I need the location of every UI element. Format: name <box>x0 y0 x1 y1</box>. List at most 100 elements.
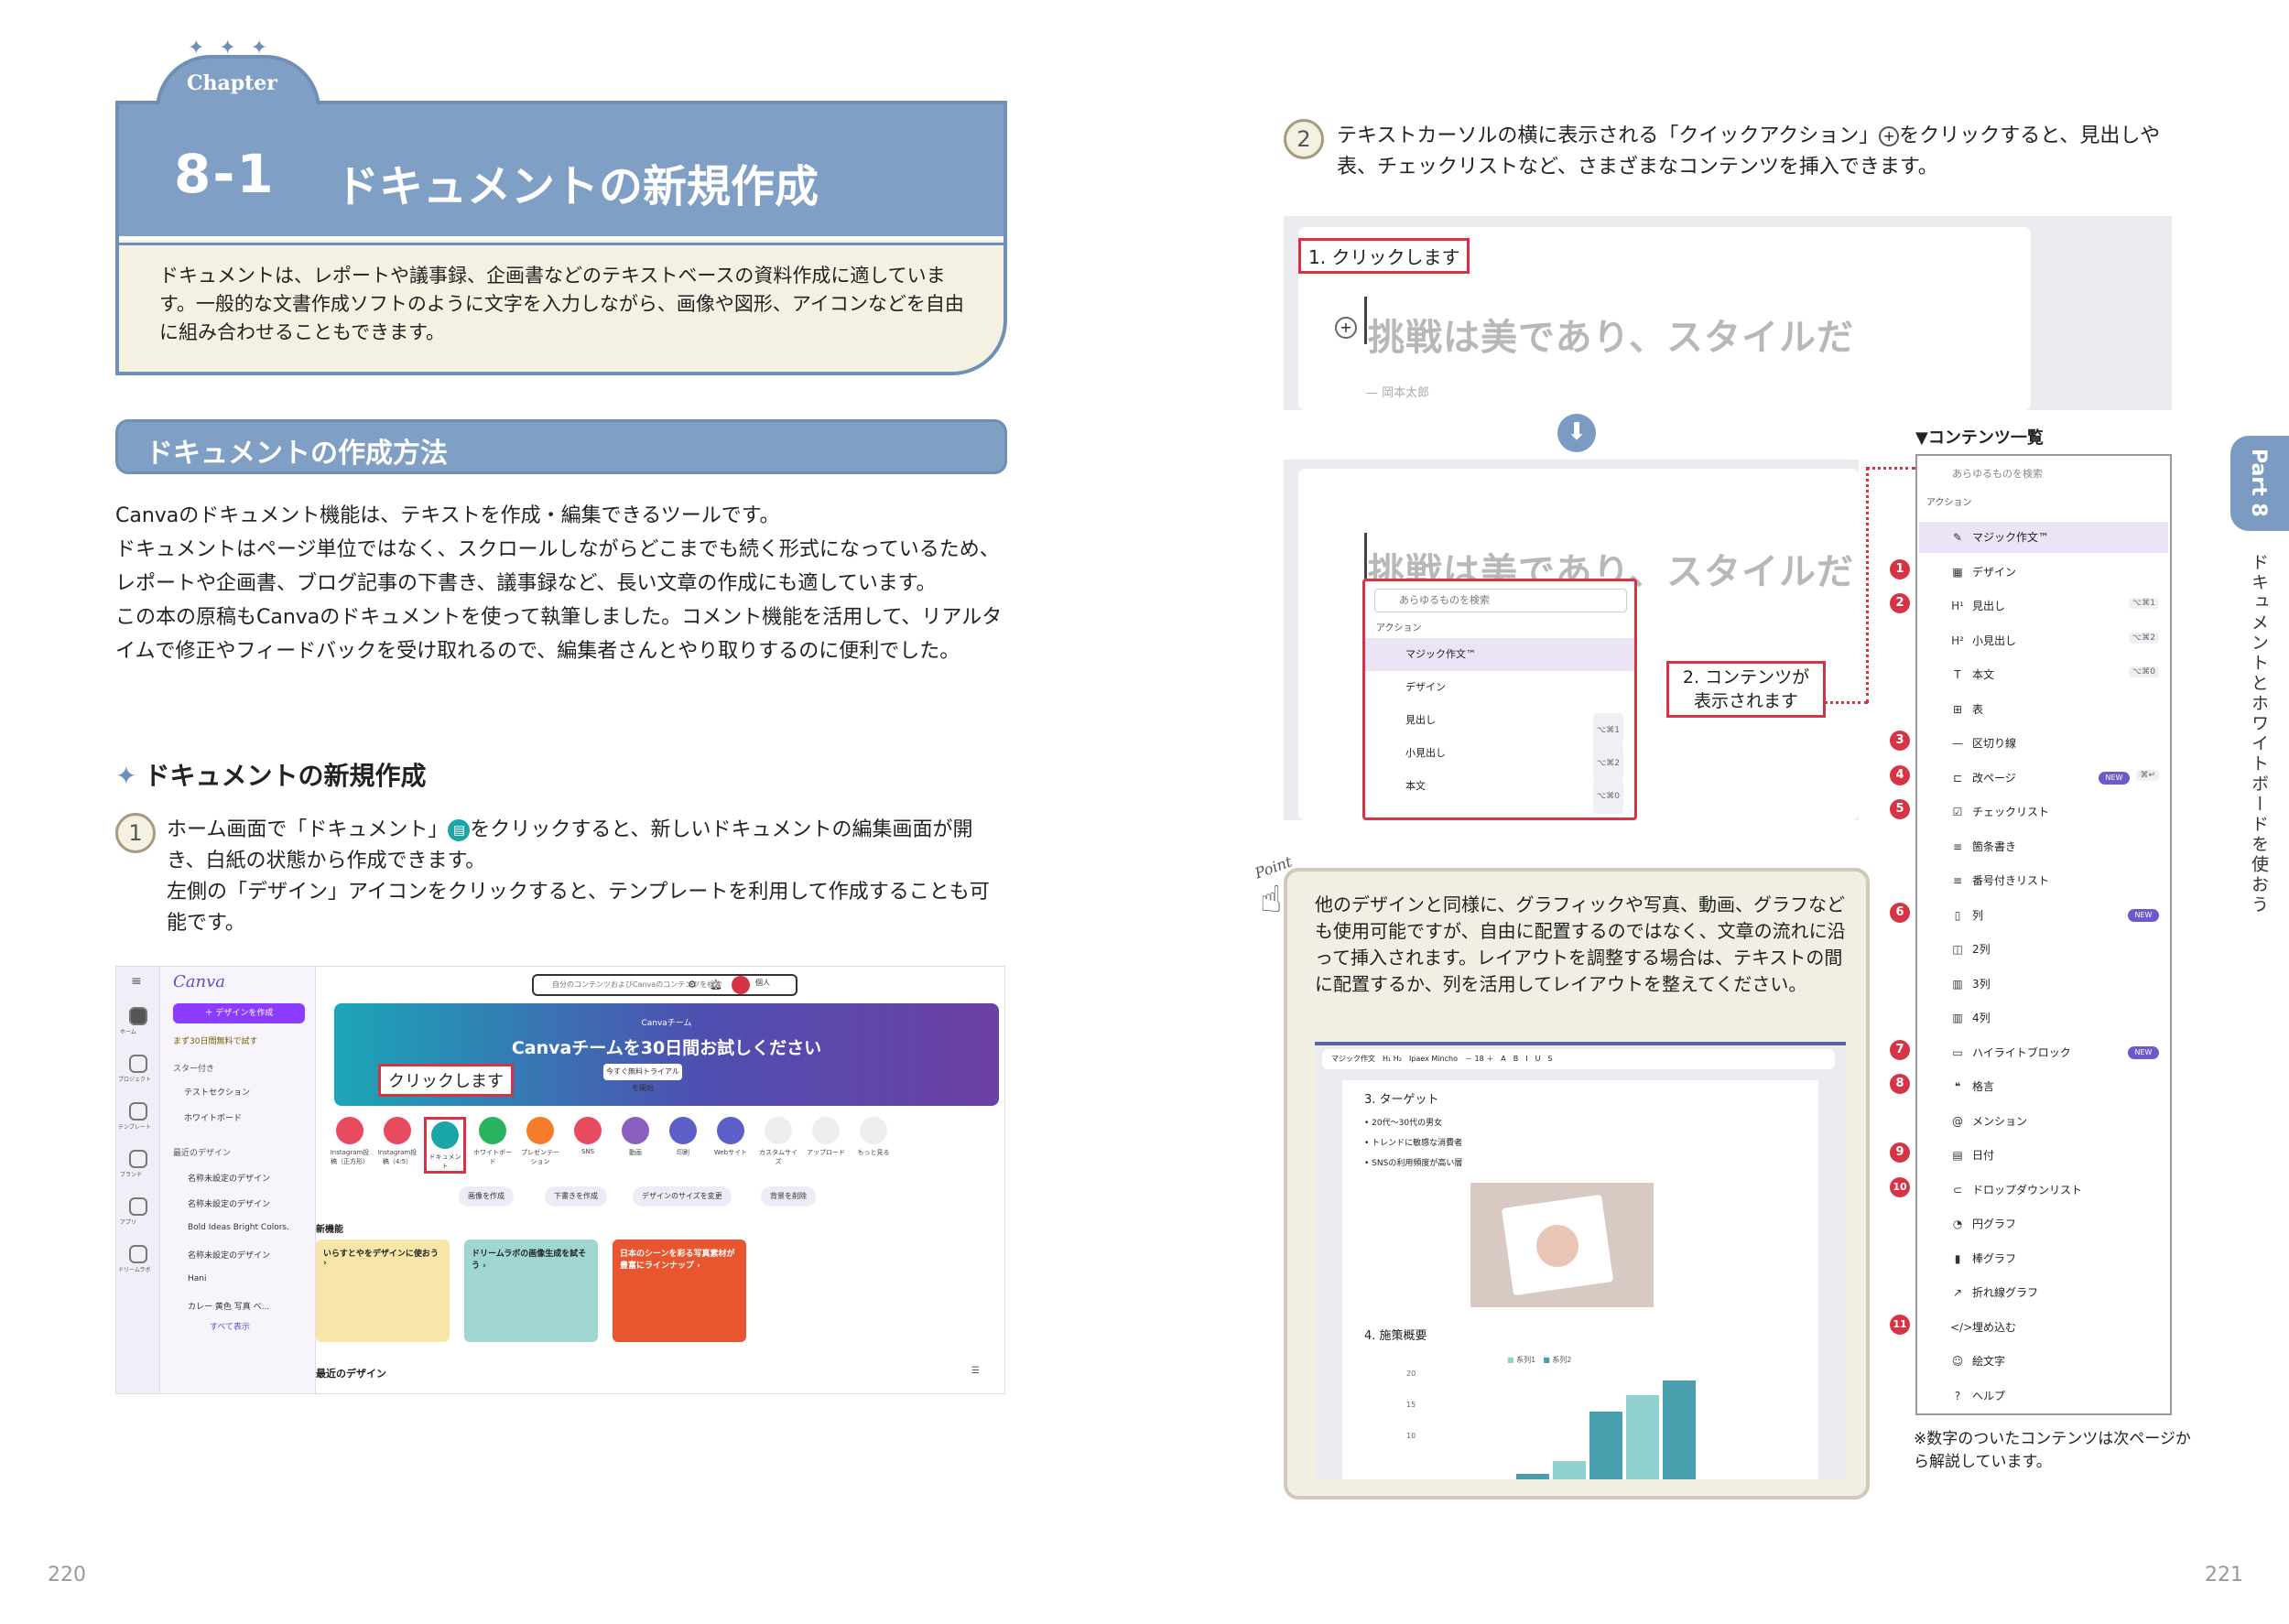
recent-item[interactable]: 名称未設定のデザイン <box>188 1249 270 1261</box>
chip-draft[interactable]: 下書きを作成 <box>545 1186 607 1207</box>
number-badge: 2 <box>1890 593 1910 613</box>
menu-section-label: アクション <box>1376 623 1422 633</box>
content-list-item[interactable]: ▤ 日付 <box>1950 1147 2166 1163</box>
starred-label: スター付き <box>173 1065 215 1074</box>
content-list-item[interactable]: ◫ 2列 <box>1950 941 2166 957</box>
tool-document[interactable]: ドキュメント <box>424 1117 466 1174</box>
content-item-label: ヘルプ <box>1972 1389 2006 1402</box>
tool-label: プレゼンテーション <box>521 1149 559 1165</box>
menu-row-subheading[interactable]: 小見出し ⌥⌘2 <box>1365 737 1634 781</box>
toolbar-font[interactable]: Ipaex Mincho <box>1409 1055 1458 1063</box>
tool-video[interactable]: 動画 <box>614 1117 656 1157</box>
content-list-item[interactable]: ☑ チェックリスト <box>1950 804 2166 819</box>
tool-label: ホワイトボード <box>473 1149 512 1165</box>
list-view-icon[interactable]: ☰ <box>971 1366 980 1376</box>
content-item-label: 3列 <box>1972 977 1991 991</box>
tool-label: Instagram投稿（4:5） <box>377 1149 418 1165</box>
brand-icon[interactable] <box>129 1150 147 1168</box>
template-icon[interactable] <box>129 1102 147 1121</box>
content-list-item[interactable]: ≡ 番号付きリスト <box>1950 872 2166 888</box>
recent-item[interactable]: 名称未設定のデザイン <box>188 1172 270 1184</box>
content-list-item[interactable]: ≡ 箇条書き <box>1950 839 2166 854</box>
content-list-item[interactable]: @ メンション <box>1950 1113 2166 1129</box>
quick-action-plus-icon[interactable]: + <box>1335 317 1357 339</box>
starred-item[interactable]: テストセクション <box>184 1086 250 1098</box>
content-list-item[interactable]: ☺ 絵文字 <box>1950 1353 2166 1369</box>
feature-card[interactable]: 日本のシーンを彩る写真素材が豊富にラインナップ › <box>613 1240 746 1342</box>
tool-instagram-45[interactable]: Instagram投稿（4:5） <box>376 1117 418 1166</box>
new-badge: NEW <box>2099 771 2130 785</box>
text-cursor <box>1364 533 1367 580</box>
recent-item[interactable]: Hani <box>188 1274 207 1283</box>
recent-item[interactable]: カレー 黄色 写真 ベ... <box>188 1300 269 1312</box>
avatar[interactable] <box>732 976 750 994</box>
doc-bullet-text: トレンドに敏感な消費者 <box>1372 1139 1463 1148</box>
toolbar-magic-write[interactable]: マジック作文 <box>1331 1055 1375 1063</box>
content-search-input[interactable]: あらゆるものを検索 <box>1925 463 2163 485</box>
recent-item[interactable]: Bold Ideas Bright Colors. <box>188 1223 289 1232</box>
content-list-item[interactable]: ⊏ 改ページ <box>1950 770 2166 785</box>
content-list-item[interactable]: ❝ 格言 <box>1950 1078 2166 1094</box>
content-list-item[interactable]: ? ヘルプ <box>1950 1388 2166 1403</box>
content-list-item[interactable]: — 区切り線 <box>1950 735 2166 751</box>
recent-item[interactable]: 名称未設定のデザイン <box>188 1197 270 1209</box>
quick-action-menu: あらゆるものを検索 アクション マジック作文™ デザイン 見出し ⌥⌘1 小見出し… <box>1362 579 1637 820</box>
content-item-icon: ⊏ <box>1952 771 1963 785</box>
content-list-item[interactable]: ✎ マジック作文™ <box>1919 522 2168 553</box>
menu-search-input[interactable]: あらゆるものを検索 <box>1374 589 1627 612</box>
content-list-item[interactable]: ↗ 折れ線グラフ <box>1950 1284 2166 1300</box>
folder-icon[interactable] <box>129 1055 147 1073</box>
show-all-link[interactable]: すべて表示 <box>210 1320 250 1332</box>
toolbar-font-size[interactable]: 18 <box>1475 1055 1484 1063</box>
menu-icon[interactable]: ≡ <box>131 974 142 989</box>
content-list-item[interactable]: ◔ 円グラフ <box>1950 1216 2166 1231</box>
home-icon[interactable] <box>129 1007 147 1025</box>
content-list-item[interactable]: ▥ 3列 <box>1950 976 2166 991</box>
number-badge: 5 <box>1890 799 1910 819</box>
menu-row-design[interactable]: デザイン <box>1365 671 1634 704</box>
tool-whiteboard[interactable]: ホワイトボード <box>472 1117 514 1166</box>
chip-create-image[interactable]: 画像を作成 <box>459 1186 514 1207</box>
tool-website[interactable]: Webサイト <box>710 1117 752 1157</box>
feature-card[interactable]: いらすとやをデザインに使おう › <box>316 1240 450 1342</box>
starred-item[interactable]: ホワイトボード <box>184 1111 242 1123</box>
content-item-label: 棒グラフ <box>1972 1251 2017 1265</box>
tool-upload[interactable]: アップロード <box>805 1117 847 1157</box>
feature-card[interactable]: ドリームラボの画像生成を試そう › <box>464 1240 598 1342</box>
content-item-icon: — <box>1952 737 1963 750</box>
menu-row-body[interactable]: 本文 ⌥⌘0 <box>1365 770 1634 814</box>
trial-button[interactable]: 今すぐ無料トライアルを開始 <box>603 1064 682 1092</box>
doc-toolbar: マジック作文 H₁ H₂ Ipaex Mincho － 18 ＋ A B I U… <box>1322 1049 1835 1069</box>
tool-presentation[interactable]: プレゼンテーション <box>519 1117 561 1166</box>
apps-icon[interactable] <box>129 1197 147 1216</box>
content-list-item[interactable]: ▥ 4列 <box>1950 1010 2166 1025</box>
content-list-item[interactable]: ⊞ 表 <box>1950 701 2166 717</box>
chip-remove-bg[interactable]: 背景を削除 <box>761 1186 816 1207</box>
content-item-icon: ? <box>1954 1389 1961 1402</box>
number-badge: 8 <box>1890 1074 1910 1094</box>
chip-resize[interactable]: デザインのサイズを変更 <box>633 1186 732 1207</box>
tool-sns[interactable]: SNS <box>567 1117 609 1155</box>
content-list-item[interactable]: </>埋め込む <box>1950 1319 2166 1335</box>
tool-custom-size[interactable]: カスタムサイズ <box>757 1117 799 1166</box>
tool-more[interactable]: もっと見る <box>852 1117 895 1157</box>
content-list-item[interactable]: ▮ 棒グラフ <box>1950 1250 2166 1266</box>
create-design-button[interactable]: ＋ デザインを作成 <box>173 1003 305 1023</box>
content-list: あらゆるものを検索 アクション ✎ マジック作文™ ▦ デザイン H¹ 見出し ⌥⌘1 H² 小… <box>1915 454 2172 1415</box>
menu-row-heading[interactable]: 見出し ⌥⌘1 <box>1365 704 1634 748</box>
content-item-icon: ✎ <box>1952 531 1963 544</box>
part-tab-label: Part 8 <box>2247 449 2270 517</box>
menu-row-magic-write[interactable]: マジック作文™ <box>1365 638 1634 671</box>
dreamlab-icon[interactable] <box>129 1245 147 1263</box>
trial-link[interactable]: まず30日間無料で試す <box>173 1034 257 1046</box>
bell-icon[interactable]: 🔔︎ <box>710 979 722 991</box>
content-list-item[interactable]: ⊂ ドロップダウンリスト <box>1950 1182 2166 1197</box>
menu-row-label: マジック作文™ <box>1405 648 1476 660</box>
tool-label: Webサイト <box>713 1149 748 1156</box>
body-paragraph: ドキュメントはページ単位ではなく、スクロールしながらどこまでも続く形式になってい… <box>115 538 1000 595</box>
gear-icon[interactable]: ⚙ <box>688 979 697 991</box>
tool-print[interactable]: 印刷 <box>662 1117 704 1157</box>
content-list-item[interactable]: ▦ デザイン <box>1950 564 2166 579</box>
doc-bullet: • トレンドに敏感な消費者 <box>1364 1139 1463 1148</box>
tool-instagram-square[interactable]: Instagram投稿（正方形） <box>329 1117 371 1166</box>
